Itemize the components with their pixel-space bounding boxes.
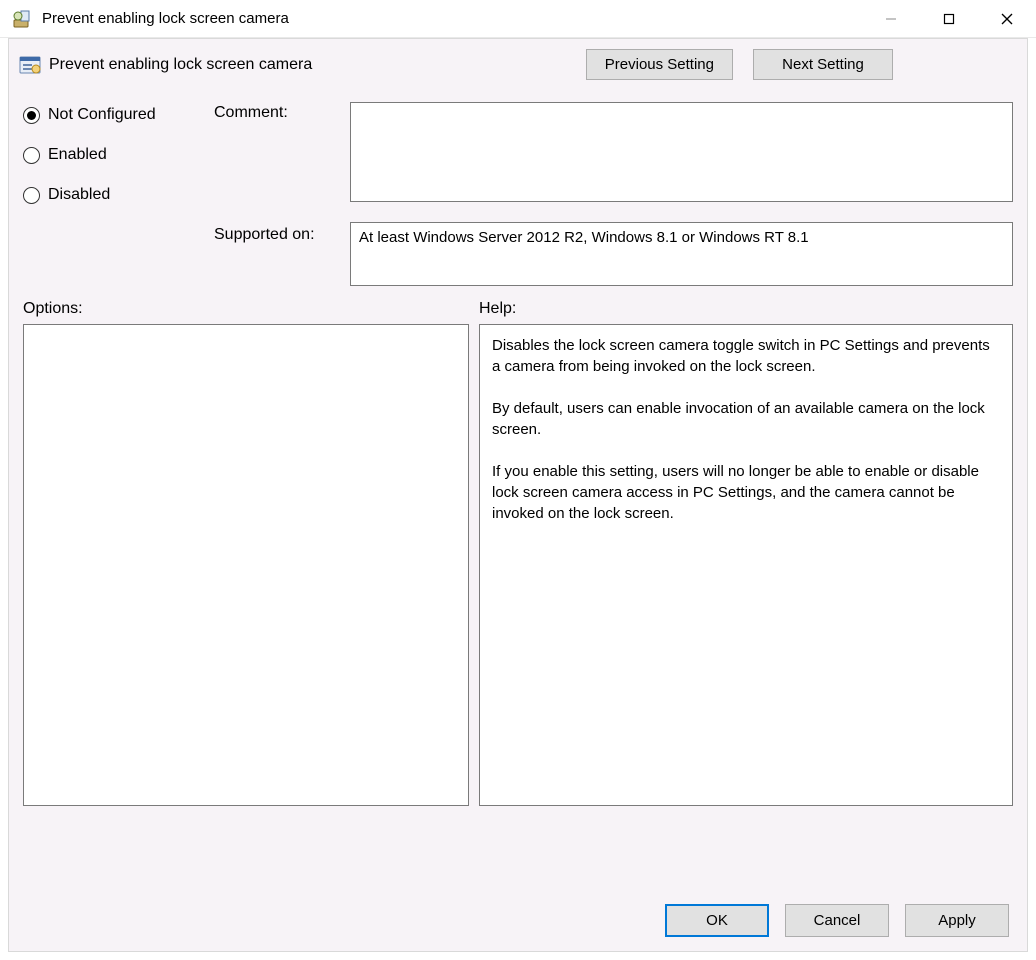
previous-setting-button[interactable]: Previous Setting (586, 49, 733, 80)
supported-on-label: Supported on: (214, 208, 344, 244)
policy-header-row: Prevent enabling lock screen camera Prev… (9, 39, 1027, 84)
policy-app-icon (12, 9, 32, 29)
supported-on-text: At least Windows Server 2012 R2, Windows… (359, 229, 809, 246)
radio-not-configured[interactable]: Not Configured (23, 106, 208, 124)
radio-label: Enabled (48, 146, 107, 164)
supported-on-value: At least Windows Server 2012 R2, Windows… (350, 222, 1013, 286)
cancel-button[interactable]: Cancel (785, 904, 889, 937)
close-button[interactable] (978, 0, 1036, 37)
help-label: Help: (479, 300, 1013, 318)
apply-button[interactable]: Apply (905, 904, 1009, 937)
next-setting-button[interactable]: Next Setting (753, 49, 893, 80)
dialog-body: Prevent enabling lock screen camera Prev… (8, 38, 1028, 952)
options-label: Options: (23, 300, 479, 318)
state-radio-group: Not Configured Enabled Disabled (23, 102, 208, 204)
radio-icon (23, 147, 40, 164)
title-bar: Prevent enabling lock screen camera (0, 0, 1036, 38)
window-title: Prevent enabling lock screen camera (42, 10, 862, 27)
help-panel: Disables the lock screen camera toggle s… (479, 324, 1013, 806)
comment-input[interactable] (350, 102, 1013, 202)
dialog-window: Prevent enabling lock screen camera (0, 0, 1036, 960)
radio-icon (23, 187, 40, 204)
radio-disabled[interactable]: Disabled (23, 186, 208, 204)
help-text: Disables the lock screen camera toggle s… (492, 337, 994, 522)
radio-icon (23, 107, 40, 124)
policy-name: Prevent enabling lock screen camera (49, 56, 586, 74)
window-controls (862, 0, 1036, 37)
dialog-footer: OK Cancel Apply (665, 904, 1009, 937)
comment-label: Comment: (214, 102, 344, 122)
radio-label: Disabled (48, 186, 110, 204)
options-panel (23, 324, 469, 806)
radio-enabled[interactable]: Enabled (23, 146, 208, 164)
policy-icon (19, 54, 41, 76)
minimize-button[interactable] (862, 0, 920, 37)
radio-label: Not Configured (48, 106, 156, 124)
maximize-button[interactable] (920, 0, 978, 37)
ok-button[interactable]: OK (665, 904, 769, 937)
